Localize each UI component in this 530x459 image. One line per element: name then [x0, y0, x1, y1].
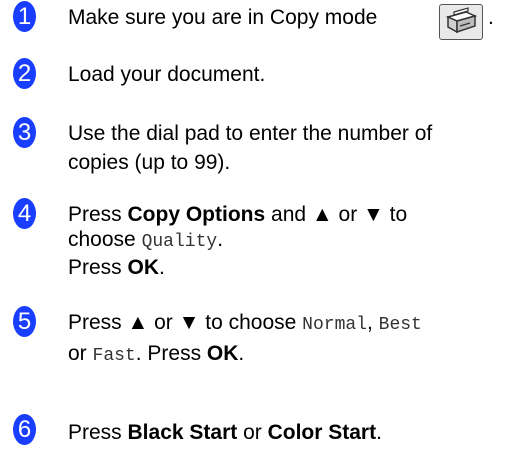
copy-mode-icon	[439, 4, 483, 40]
text-choose: choose	[68, 228, 142, 251]
step-number-badge: 2	[13, 58, 36, 89]
step-number-badge: 1	[13, 1, 36, 32]
step-number-badge: 3	[13, 117, 36, 148]
copy-options-key: Copy Options	[127, 203, 266, 226]
text-arrows: and ▲ or ▼ to	[265, 203, 408, 226]
step-4-line-2: choose Quality.	[68, 227, 530, 255]
text-period: .	[217, 228, 224, 251]
text-press: . Press	[135, 342, 207, 365]
step-number-badge: 6	[13, 414, 36, 445]
step-2-text: Load your document.	[68, 63, 266, 86]
step-number-badge: 5	[13, 306, 36, 337]
text-press-arrows: Press ▲ or ▼ to choose	[68, 311, 303, 334]
step-4-line-1: Press Copy Options and ▲ or ▼ to	[68, 202, 530, 227]
ok-key: OK	[127, 256, 160, 279]
step-text: Press ▲ or ▼ to choose Normal, Best or F…	[68, 310, 530, 369]
ok-key: OK	[206, 342, 239, 365]
text-period: .	[376, 421, 382, 444]
quality-option: Quality	[141, 232, 218, 252]
text-press: Press	[68, 421, 128, 444]
step-5-line-2: or Fast. Press OK.	[68, 341, 530, 369]
normal-option: Normal	[302, 315, 367, 335]
black-start-key: Black Start	[127, 421, 238, 444]
fast-option: Fast	[92, 346, 136, 366]
step-text: Load your document.	[68, 62, 530, 87]
step-4-line-3: Press OK.	[68, 255, 530, 280]
text-period: .	[238, 342, 245, 365]
step-text: Press Copy Options and ▲ or ▼ to choose …	[68, 202, 530, 280]
step-number-badge: 4	[13, 198, 36, 229]
step-1-text: Make sure you are in Copy mode	[68, 6, 378, 29]
text-or: or	[237, 421, 268, 444]
text-comma: ,	[366, 311, 379, 334]
copier-glyph	[445, 7, 478, 34]
step-text: Press Black Start or Color Start.	[68, 420, 530, 445]
step-3-line-1: Use the dial pad to enter the number of	[68, 122, 433, 145]
step-5-line-1: Press ▲ or ▼ to choose Normal, Best	[68, 310, 530, 338]
text-press: Press	[68, 203, 128, 226]
best-option: Best	[378, 315, 422, 335]
text-or: or	[68, 342, 93, 365]
step-1-trailing-period: .	[488, 6, 494, 29]
text-press: Press	[68, 256, 128, 279]
text-period: .	[159, 256, 165, 279]
color-start-key: Color Start	[267, 421, 377, 444]
step-text: Use the dial pad to enter the number of …	[68, 121, 530, 175]
step-3-line-2: copies (up to 99).	[68, 151, 231, 174]
